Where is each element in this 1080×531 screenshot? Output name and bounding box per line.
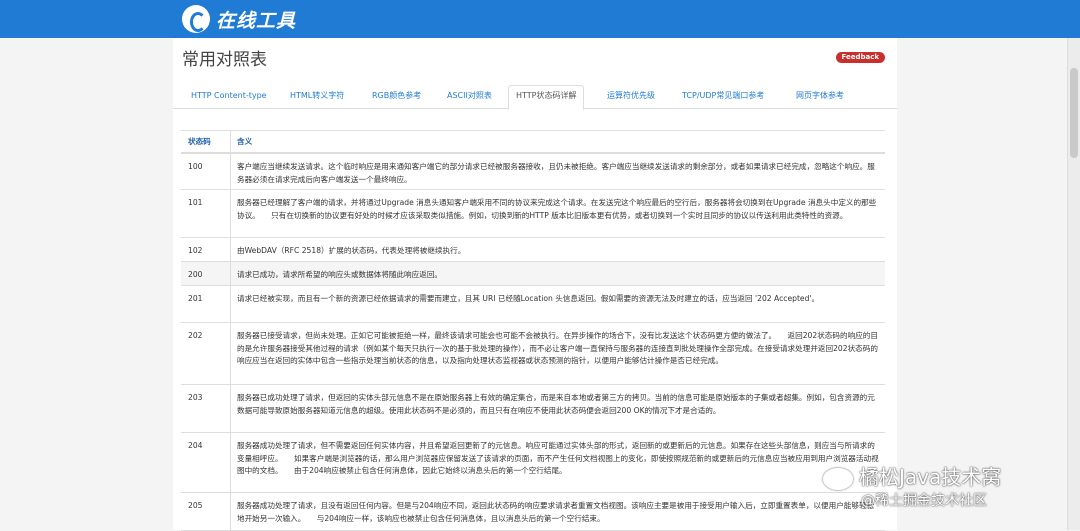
site-logo[interactable]: 在线工具 (182, 5, 296, 33)
scrollbar-thumb[interactable] (1070, 68, 1078, 158)
table-row: 101 服务器已经理解了客户端的请求，并将通过Upgrade 消息头通知客户端采… (181, 190, 885, 238)
status-code-table: 状态码 含义 100 客户端应当继续发送请求。这个临时响应是用来通知客户端它的部… (181, 130, 885, 531)
status-code-cell: 201 (181, 286, 231, 322)
tab-bar: HTTP Content-type HTML转义字符 RGB颜色参考 ASCII… (173, 85, 897, 110)
page-scrollbar[interactable] (1067, 38, 1080, 530)
table-row: 203 服务器已成功处理了请求，但返回的实体头部元信息不是在原始服务器上有效的确… (181, 385, 885, 433)
meaning-cell: 由WebDAV（RFC 2518）扩展的状态码，代表处理将被继续执行。 (237, 246, 466, 255)
tab-tcp-udp-ports[interactable]: TCP/UDP常见端口参考 (682, 86, 764, 108)
table-row: 100 客户端应当继续发送请求。这个临时响应是用来通知客户端它的部分请求已经被服… (181, 154, 885, 190)
status-code-cell: 204 (181, 433, 231, 492)
status-code-cell: 200 (181, 262, 231, 285)
tab-operator-precedence[interactable]: 运算符优先级 (607, 86, 655, 108)
status-code-cell: 100 (181, 154, 231, 189)
table-row: 201 请求已经被实现，而且有一个新的资源已经依据请求的需要而建立，且其 URI… (181, 286, 885, 323)
header-status-code: 状态码 (181, 131, 231, 152)
table-header: 状态码 含义 (181, 131, 885, 154)
main-panel: 常用对照表 Feedback HTTP Content-type HTML转义字… (173, 38, 897, 531)
status-code-cell: 203 (181, 385, 231, 432)
tab-html-escape[interactable]: HTML转义字符 (290, 86, 344, 108)
tab-rgb-colors[interactable]: RGB颜色参考 (372, 86, 421, 108)
watermark-line2: @稀土掘金技术社区 (861, 493, 987, 509)
meaning-cell: 请求已经被实现，而且有一个新的资源已经依据请求的需要而建立，且其 URI 已经随… (237, 294, 820, 303)
watermark-line1: 橘松Java技术窝 (859, 465, 1002, 489)
page-title: 常用对照表 (182, 50, 267, 70)
wechat-icon (823, 467, 853, 490)
header-meaning: 含义 (237, 137, 253, 146)
tab-http-content-type[interactable]: HTTP Content-type (191, 86, 267, 108)
tab-ascii[interactable]: ASCII对照表 (447, 86, 492, 108)
meaning-cell: 服务器成功处理了请求，但不需要返回任何实体内容，并且希望返回更新了的元信息。响应… (237, 441, 879, 475)
meaning-cell: 服务器已经理解了客户端的请求，并将通过Upgrade 消息头通知客户端采用不同的… (237, 198, 877, 220)
top-navbar: 在线工具 (0, 0, 1080, 38)
table-row: 102 由WebDAV（RFC 2518）扩展的状态码，代表处理将被继续执行。 (181, 238, 885, 262)
table-row: 200 请求已成功，请求所希望的响应头或数据体将随此响应返回。 (181, 262, 885, 286)
meaning-cell: 服务器成功处理了请求，且没有返回任何内容。但是与204响应不同，返回此状态码的响… (237, 501, 875, 523)
status-code-cell: 102 (181, 238, 231, 261)
table-row: 202 服务器已接受请求，但尚未处理。正如它可能被拒绝一样，最终该请求可能会也可… (181, 323, 885, 385)
logo-text: 在线工具 (216, 9, 297, 32)
logo-icon (182, 5, 210, 33)
meaning-cell: 服务器已接受请求，但尚未处理。正如它可能被拒绝一样，最终该请求可能会也可能不会被… (237, 331, 878, 365)
table-row: 204 服务器成功处理了请求，但不需要返回任何实体内容，并且希望返回更新了的元信… (181, 433, 885, 493)
table-row: 205 服务器成功处理了请求，且没有返回任何内容。但是与204响应不同，返回此状… (181, 493, 885, 531)
meaning-cell: 服务器已成功处理了请求，但返回的实体头部元信息不是在原始服务器上有效的确定集合，… (237, 393, 875, 415)
tab-web-fonts[interactable]: 网页字体参考 (796, 86, 844, 108)
tab-http-status[interactable]: HTTP状态码详解 (508, 85, 585, 110)
status-code-cell: 205 (181, 493, 231, 530)
meaning-cell: 客户端应当继续发送请求。这个临时响应是用来通知客户端它的部分请求已经被服务器接收… (237, 162, 875, 184)
meaning-cell: 请求已成功，请求所希望的响应头或数据体将随此响应返回。 (237, 270, 443, 279)
watermark: 橘松Java技术窝 @稀土掘金技术社区 (823, 465, 1002, 509)
status-code-cell: 202 (181, 323, 231, 384)
feedback-button[interactable]: Feedback (836, 52, 885, 63)
status-code-cell: 101 (181, 190, 231, 237)
